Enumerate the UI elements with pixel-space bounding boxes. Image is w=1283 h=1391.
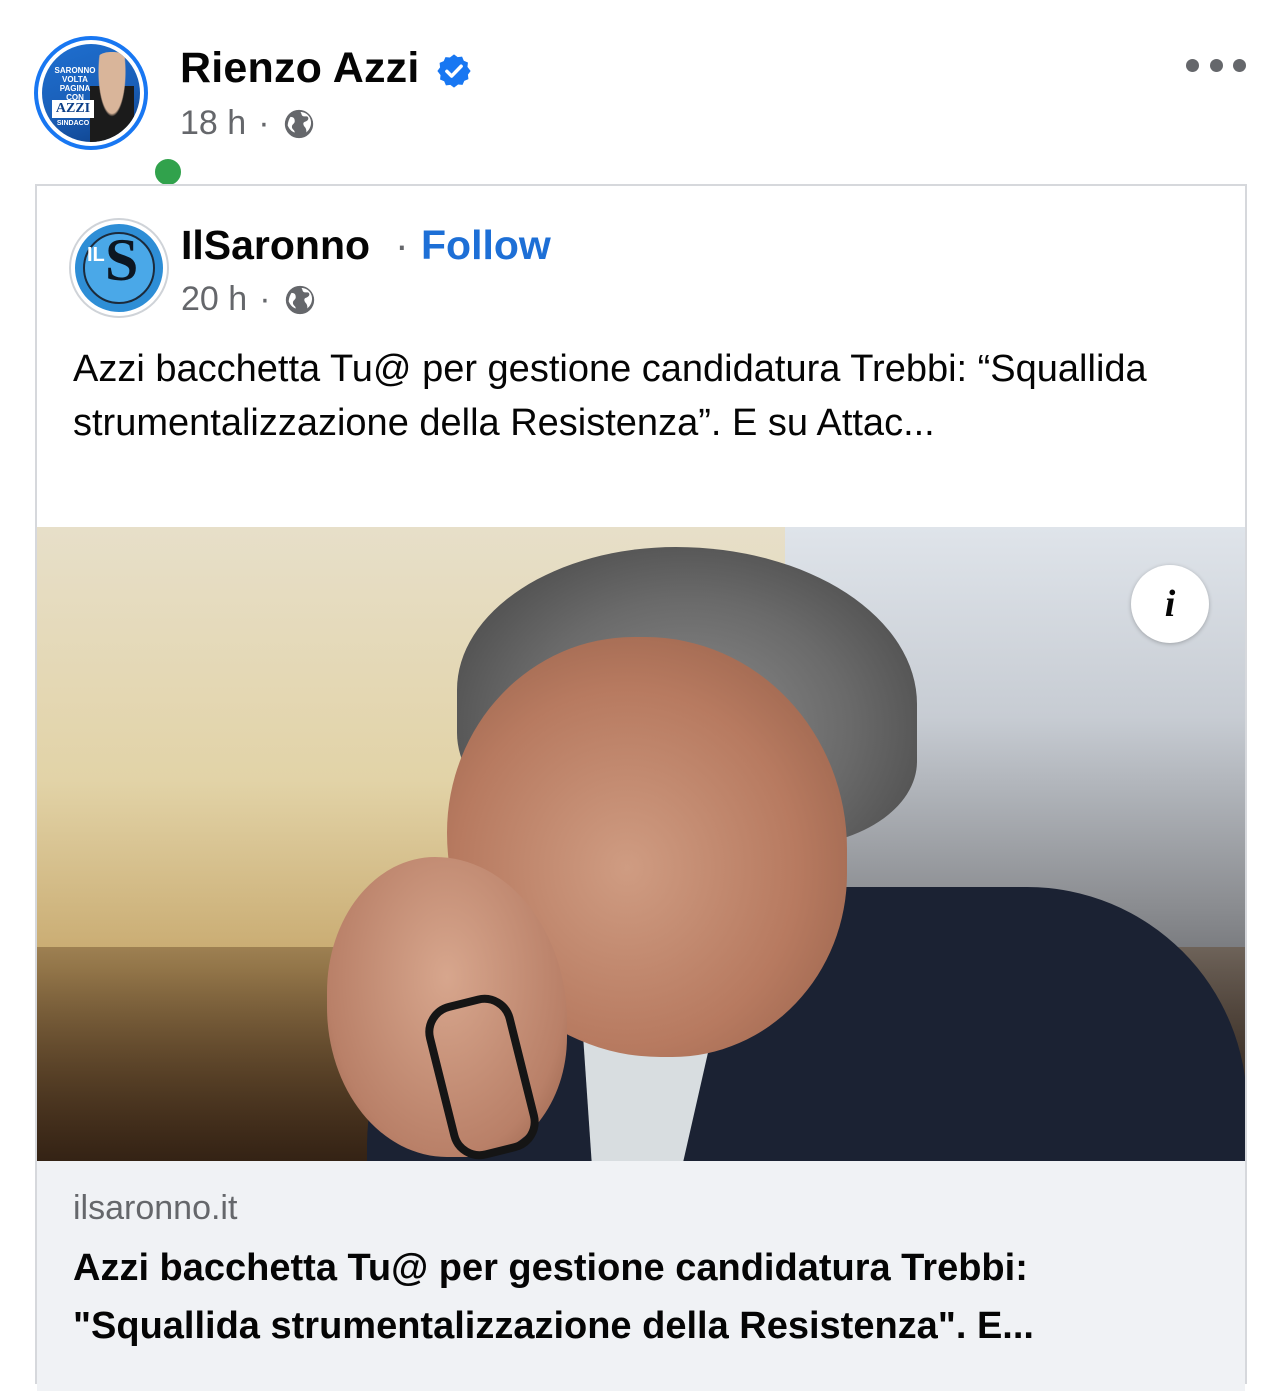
dot (1233, 58, 1246, 72)
more-options-icon[interactable] (1186, 50, 1246, 80)
source-meta: 20 h · (181, 280, 317, 319)
globe-icon (284, 109, 313, 138)
link-preview-footer[interactable]: ilsaronno.it Azzi bacchetta Tu@ per gest… (37, 1161, 1245, 1391)
author-avatar[interactable]: SARONNO VOLTA PAGINA CON AZZI SINDACO (34, 36, 186, 190)
source-name[interactable]: IlSaronno (181, 222, 370, 269)
avatar-image: SARONNO VOLTA PAGINA CON AZZI SINDACO (42, 44, 140, 142)
source-avatar-s: S (105, 227, 139, 293)
dot (1186, 58, 1199, 72)
link-title[interactable]: Azzi bacchetta Tu@ per gestione candidat… (73, 1239, 1213, 1355)
follow-button[interactable]: Follow (421, 222, 551, 269)
link-preview-image[interactable]: i (37, 527, 1245, 1161)
verified-badge-icon (437, 54, 471, 88)
post-meta: 18 h · (180, 104, 316, 143)
avatar-slogan: SARONNO VOLTA PAGINA CON (54, 66, 96, 102)
source-avatar[interactable]: IL S (71, 220, 167, 316)
avatar-role: SINDACO (56, 120, 90, 127)
source-separator: · (395, 222, 409, 268)
source-time[interactable]: 20 h (181, 280, 247, 319)
meta-separator: · (259, 280, 271, 318)
author-name[interactable]: Rienzo Azzi (180, 44, 420, 93)
source-avatar-il: IL (87, 244, 105, 266)
post-header: SARONNO VOLTA PAGINA CON AZZI SINDACO Ri… (0, 0, 1283, 190)
globe-icon (285, 285, 314, 314)
link-domain: ilsaronno.it (73, 1189, 238, 1227)
post-time[interactable]: 18 h (180, 104, 246, 143)
shared-post-card[interactable]: IL S IlSaronno · Follow 20 h · Azzi bacc… (35, 184, 1247, 1391)
dot (1209, 58, 1223, 72)
avatar-logo: AZZI (52, 100, 94, 118)
shared-post-text: Azzi bacchetta Tu@ per gestione candidat… (73, 348, 1147, 444)
info-icon[interactable]: i (1131, 565, 1209, 643)
meta-separator: · (258, 104, 270, 142)
